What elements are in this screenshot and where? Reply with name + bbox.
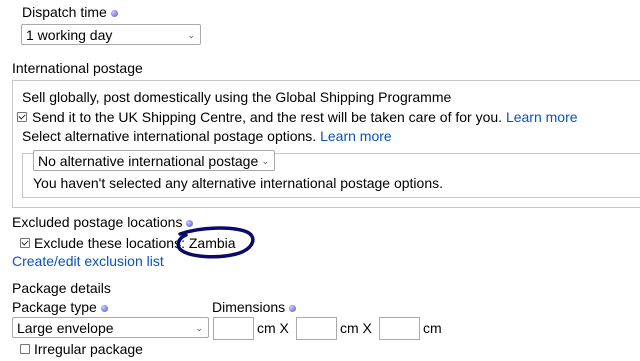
info-icon[interactable]: [289, 304, 297, 312]
dimensions-label: Dimensions: [212, 298, 297, 316]
annotation-circle: [176, 226, 255, 259]
alt-postage-select[interactable]: No alternative international postage ⌄: [33, 150, 275, 171]
chevron-down-icon: ⌄: [195, 323, 203, 333]
depth-unit: cm: [423, 320, 442, 336]
package-type-label: Package type: [12, 298, 108, 316]
edit-exclusion-list-link[interactable]: Create/edit exclusion list: [12, 252, 164, 270]
package-details-heading: Package details: [12, 280, 111, 296]
gsp-checkbox[interactable]: [17, 112, 27, 122]
dimensions-text: Dimensions: [212, 299, 286, 315]
international-postage-heading: International postage: [12, 60, 143, 76]
package-type-select[interactable]: Large envelope ⌄: [12, 317, 209, 338]
dispatch-time-label: Dispatch time: [22, 3, 118, 21]
select-alt-line: Select alternative international postage…: [22, 127, 392, 145]
chevron-down-icon: ⌄: [187, 30, 195, 40]
exclude-locations-label: Exclude these locations:: [34, 235, 185, 251]
info-icon[interactable]: [110, 9, 118, 17]
learn-more-link-gsp[interactable]: Learn more: [506, 109, 578, 125]
alt-postage-message: You haven't selected any alternative int…: [33, 175, 443, 191]
irregular-package-label: Irregular package: [34, 341, 143, 357]
excluded-locations-text: Excluded postage locations: [12, 214, 183, 230]
gsp-description: Sell globally, post domestically using t…: [22, 89, 452, 105]
learn-more-link-alt[interactable]: Learn more: [320, 128, 392, 144]
irregular-package-checkbox[interactable]: [20, 344, 30, 354]
dispatch-time-text: Dispatch time: [22, 4, 107, 20]
length-input[interactable]: [213, 317, 254, 340]
select-alt-text: Select alternative international postage…: [22, 128, 317, 144]
excluded-locations-heading: Excluded postage locations: [12, 213, 194, 231]
chevron-down-icon: ⌄: [261, 156, 269, 166]
info-icon[interactable]: [100, 304, 108, 312]
gsp-checkbox-line: Send it to the UK Shipping Centre, and t…: [32, 108, 578, 126]
length-unit: cm X: [257, 320, 289, 336]
dispatch-time-value: 1 working day: [26, 27, 113, 43]
gsp-checkbox-label: Send it to the UK Shipping Centre, and t…: [32, 109, 503, 125]
package-type-value: Large envelope: [17, 320, 114, 336]
depth-input[interactable]: [379, 317, 420, 340]
width-input[interactable]: [296, 317, 337, 340]
alt-postage-value: No alternative international postage: [38, 153, 259, 169]
package-type-text: Package type: [12, 299, 97, 315]
width-unit: cm X: [340, 320, 372, 336]
exclude-locations-checkbox[interactable]: [20, 238, 30, 248]
dispatch-time-select[interactable]: 1 working day ⌄: [21, 24, 201, 45]
